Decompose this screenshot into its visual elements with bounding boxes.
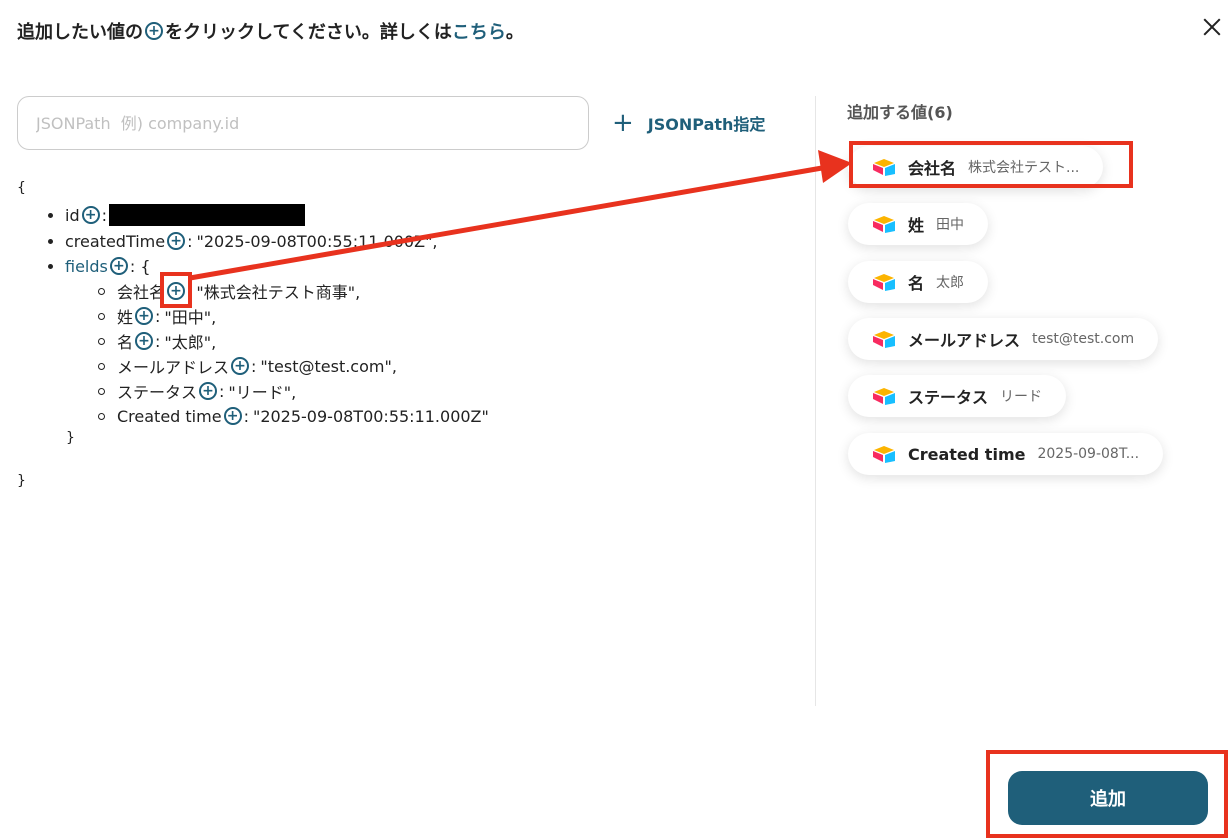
tree-row-createdtime: createdTime + : "2025-09-08T00:55:11.000…	[48, 230, 438, 252]
tree-value: "2025-09-08T00:55:11.000Z",	[196, 231, 438, 251]
add-id-button[interactable]: +	[81, 206, 100, 224]
tree-row-field: ステータス + : "リード",	[98, 380, 296, 402]
jsonpath-specify-button[interactable]: + JSONPath指定	[612, 108, 765, 138]
tree-key: createdTime	[65, 231, 166, 251]
airtable-logo-icon	[873, 274, 895, 291]
add-created-time-button[interactable]: +	[223, 407, 242, 425]
chip-last-name[interactable]: 姓 田中	[848, 203, 989, 245]
tree-value: "田中",	[164, 308, 217, 327]
tree-value: "2025-09-08T00:55:11.000Z"	[252, 406, 489, 426]
tree-row-field: Created time + : "2025-09-08T00:55:11.00…	[98, 405, 489, 427]
tree-row-field: 名 + : "太郎",	[98, 330, 216, 352]
add-createdtime-button[interactable]: +	[167, 232, 186, 250]
tree-key: id	[65, 205, 80, 225]
tree-key: ステータス	[117, 383, 198, 402]
tree-row-fields: fields + : {	[48, 255, 151, 277]
tree-key: 姓	[117, 308, 134, 327]
selected-values-heading: 追加する値(6)	[847, 103, 953, 122]
airtable-logo-icon	[873, 388, 895, 405]
title-prefix: 追加したい値の	[17, 22, 143, 43]
plus-circle-icon: +	[145, 22, 163, 40]
chip-status[interactable]: ステータス リード	[848, 375, 1067, 417]
page-title: 追加したい値の + をクリックしてください。詳しくは こちら 。	[17, 18, 524, 44]
add-status-button[interactable]: +	[199, 382, 218, 400]
chip-email[interactable]: メールアドレス test@test.com	[848, 318, 1159, 360]
airtable-logo-icon	[873, 216, 895, 233]
redacted-value	[109, 204, 305, 226]
tree-key: 会社名	[117, 283, 166, 302]
chip-created-time[interactable]: Created time 2025-09-08T...	[848, 433, 1164, 475]
tree-value: "株式会社テスト商事",	[196, 283, 361, 302]
airtable-logo-icon	[873, 331, 895, 348]
help-link[interactable]: こちら	[452, 18, 506, 44]
airtable-logo-icon	[873, 446, 895, 463]
close-brace: }	[17, 473, 26, 489]
tree-row-field: 会社名 + : "株式会社テスト商事",	[98, 280, 360, 302]
tree-value: "リード",	[228, 383, 297, 402]
tree-value: "test@test.com",	[260, 356, 397, 376]
jsonpath-input[interactable]	[17, 96, 589, 150]
add-email-button[interactable]: +	[231, 357, 250, 375]
close-icon[interactable]	[1198, 14, 1226, 42]
add-last-name-button[interactable]: +	[135, 307, 154, 325]
add-company-name-button[interactable]: +	[167, 282, 186, 300]
tree-key: 名	[117, 333, 134, 352]
panel-divider	[815, 96, 816, 706]
tree-key-fields[interactable]: fields	[65, 257, 108, 276]
tree-key: Created time	[117, 406, 222, 426]
inner-close-brace: }	[66, 430, 75, 446]
add-fields-button[interactable]: +	[109, 257, 128, 275]
plus-icon: +	[612, 108, 634, 138]
tree-key: メールアドレス	[117, 358, 230, 377]
jsonpath-specify-label: JSONPath指定	[647, 115, 766, 134]
chip-first-name[interactable]: 名 太郎	[848, 261, 989, 303]
add-first-name-button[interactable]: +	[135, 332, 154, 350]
tree-row-field: 姓 + : "田中",	[98, 305, 216, 327]
title-middle: をクリックしてください。詳しくは	[165, 22, 452, 43]
chip-company-name[interactable]: 会社名 株式会社テスト...	[848, 146, 1104, 188]
open-brace: {	[17, 180, 26, 196]
tree-value: "太郎",	[164, 333, 217, 352]
tree-row-field: メールアドレス + : "test@test.com",	[98, 355, 397, 377]
add-button[interactable]: 追加	[1008, 771, 1208, 825]
title-suffix: 。	[505, 22, 524, 43]
tree-row-id: id + :	[48, 204, 305, 226]
airtable-logo-icon	[873, 159, 895, 176]
